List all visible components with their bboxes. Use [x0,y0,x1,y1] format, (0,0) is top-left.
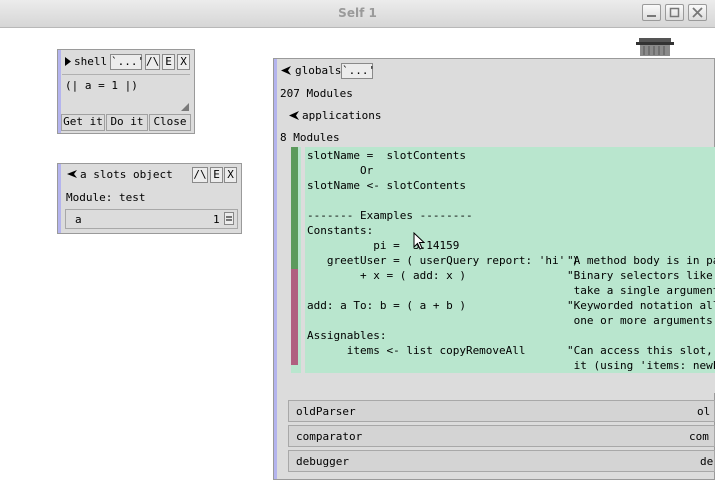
code-comment: it (using 'items: newLi [567,359,715,372]
code-line: ------- Examples -------- [307,209,473,222]
shell-title: shell [74,55,108,68]
window-title: Self 1 [338,6,377,20]
code-line: add: a To: b = ( a + b ) [307,299,466,312]
code-comment: one or more arguments." [567,314,715,327]
close-icon [692,7,703,18]
shell-parent-button[interactable]: /\ [145,54,160,70]
editor-bottom-strip [305,373,715,393]
slot-row-value[interactable]: com [689,430,709,443]
slots-object-window[interactable]: a slots object /\ E X Module: test a 1 [57,163,242,234]
code-line: + x = ( add: x ) [307,269,466,282]
slots-object-title: a slots object [80,168,173,181]
slot-name[interactable]: a [75,213,82,226]
mouse-pointer-icon [413,232,425,250]
resize-handle-icon[interactable] [181,103,189,111]
code-line: Or [307,164,374,177]
slot-row-value[interactable]: de [700,455,713,468]
collapse-triangle-icon[interactable] [67,170,77,178]
globals-module-count: 207 Modules [280,87,353,100]
slots-object-parent-button[interactable]: /\ [192,167,208,183]
globals-collapse-triangle-icon[interactable] [281,66,291,75]
editor-marker-red [291,269,298,365]
code-comment: "A method body is in pare [567,254,715,267]
trash-can-icon[interactable] [636,38,674,56]
slot-row-name[interactable]: comparator [296,430,362,443]
slots-object-left-bar [58,164,61,233]
shell-input-text[interactable]: (| a = 1 |) [65,79,138,92]
applications-title: applications [302,109,382,122]
expand-triangle-icon[interactable] [65,57,71,66]
slot-row-value[interactable]: ol [697,405,710,418]
slot-row-name[interactable]: oldParser [296,405,356,418]
code-comment: "Binary selectors like + [567,269,713,282]
slot-value[interactable]: 1 [213,213,220,226]
globals-dots-button[interactable]: `...' [341,63,375,79]
applications-collapse-triangle-icon[interactable] [289,111,299,120]
shell-evaluator-button[interactable]: E [162,54,175,70]
slot-row-debugger[interactable]: debugger de [288,450,715,472]
shell-window[interactable]: shell `...' /\ E X (| a = 1 |) Get it Do… [57,49,195,134]
slots-object-evaluator-button[interactable]: E [210,167,223,183]
equals-icon [226,216,232,221]
editor-marker-green [291,147,298,269]
shell-dismiss-button[interactable]: X [177,54,190,70]
minimize-button[interactable] [642,4,661,21]
module-comment-editor[interactable]: slotName = slotContents Or slotName <- s… [288,147,715,393]
slot-equals-button[interactable] [224,212,234,225]
editor-gutter [301,147,305,373]
shell-input-area[interactable]: (| a = 1 |) [62,74,190,113]
code-comment: take a single argument. [567,284,715,297]
slots-object-dismiss-button[interactable]: X [224,167,237,183]
window-title-bar: Self 1 [0,0,715,28]
maximize-button[interactable] [665,4,684,21]
do-it-button[interactable]: Do it [106,114,148,131]
close-window-button[interactable] [688,4,707,21]
maximize-icon [669,7,680,18]
get-it-button[interactable]: Get it [61,114,105,131]
shell-dots-button[interactable]: `...' [110,54,144,70]
code-comment: "Keyworded notation allo [567,299,715,312]
code-line: Assignables: [307,329,387,342]
code-line: slotName <- slotContents [307,179,466,192]
code-line: greetUser = ( userQuery report: 'hi' ) [307,254,579,267]
close-button[interactable]: Close [149,114,191,131]
code-line: slotName = slotContents [307,149,466,162]
globals-title: globals [295,64,342,77]
minimize-icon [647,15,656,17]
code-line: pi = 3.14159 [307,239,460,252]
code-line: Constants: [307,224,374,237]
globals-left-bar [274,59,277,479]
slot-row-oldparser[interactable]: oldParser ol [288,400,715,422]
slot-row-name[interactable]: debugger [296,455,349,468]
slot-row-a[interactable]: a 1 [65,209,238,229]
slots-object-module: Module: test [66,191,146,204]
code-line: items <- list copyRemoveAll [307,344,526,357]
code-comment: "Can access this slot, o [567,344,715,357]
slot-row-comparator[interactable]: comparator com [288,425,715,447]
applications-module-count: 8 Modules [280,131,340,144]
